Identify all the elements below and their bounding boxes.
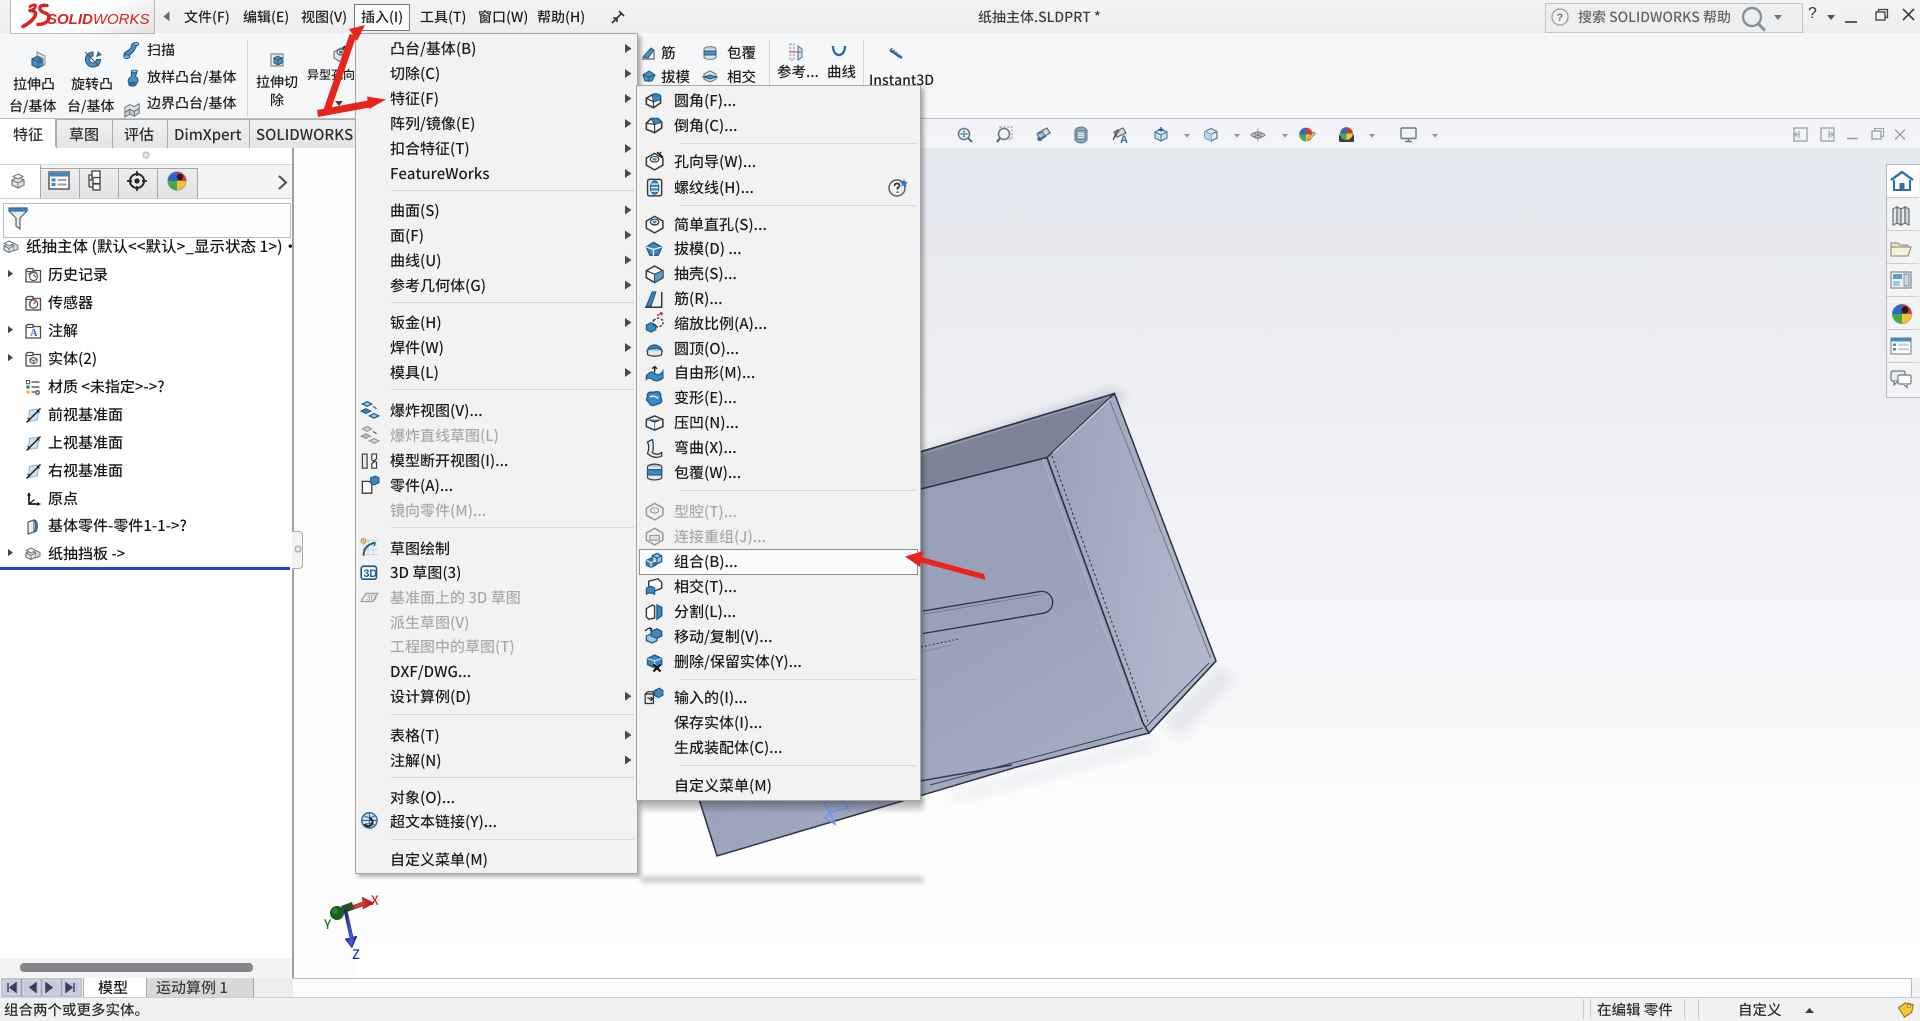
svg-text:?: ? [1557,12,1564,24]
